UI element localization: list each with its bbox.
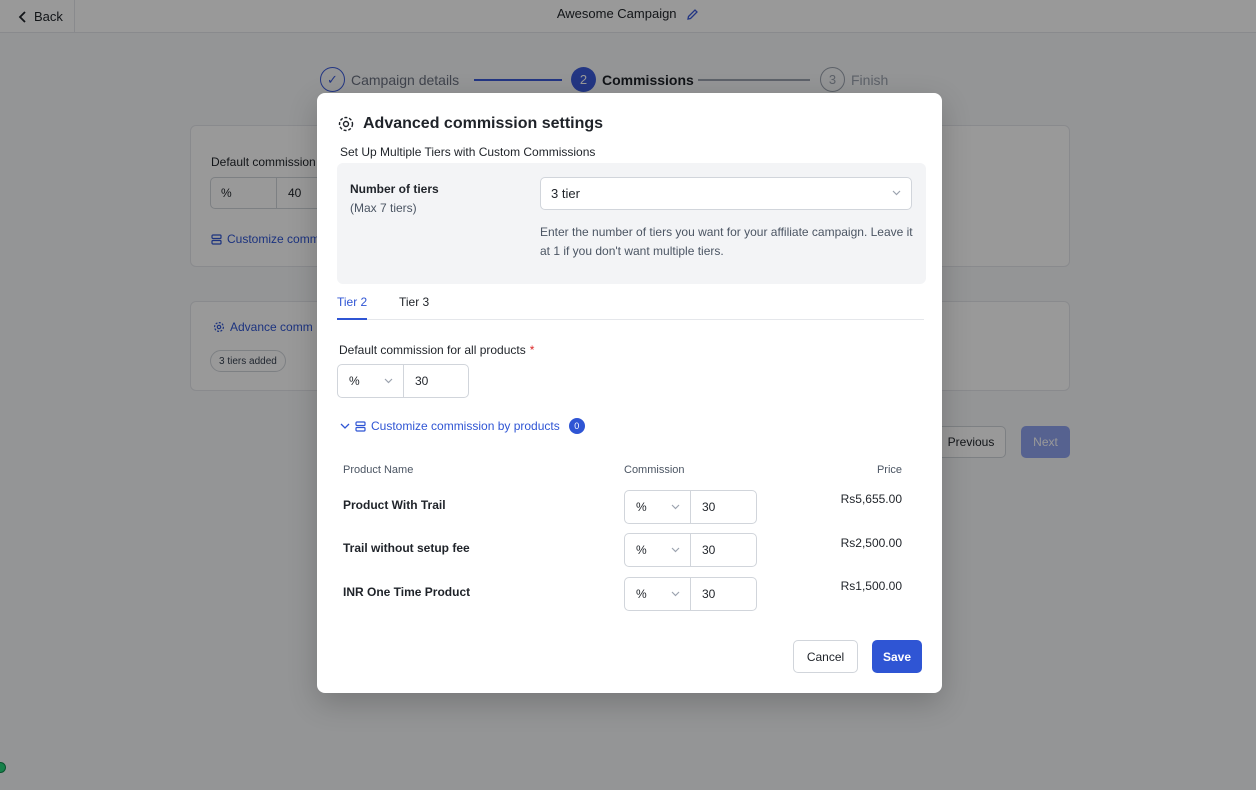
product-commission-combo: % 30 (624, 533, 757, 567)
column-header-commission: Commission (624, 464, 685, 476)
default-commission-label: Default commission for all products * (339, 343, 534, 357)
save-button[interactable]: Save (872, 640, 922, 673)
sliders-icon (355, 420, 366, 432)
unit-value: % (636, 543, 647, 557)
unit-select[interactable]: % (625, 491, 691, 523)
column-header-product-name: Product Name (343, 464, 414, 476)
tiers-select[interactable]: 3 tier (540, 177, 912, 210)
unit-select[interactable]: % (625, 578, 691, 610)
tab-tier-2[interactable]: Tier 2 (337, 295, 368, 320)
gear-icon (338, 116, 354, 132)
unit-value: % (636, 500, 647, 514)
unit-select[interactable]: % (338, 365, 404, 397)
cancel-button[interactable]: Cancel (793, 640, 858, 673)
modal-title-text: Advanced commission settings (363, 115, 604, 132)
product-name: Product With Trail (343, 498, 446, 512)
chevron-down-icon (671, 504, 680, 510)
default-commission-input[interactable]: 30 (404, 365, 468, 397)
product-commission-combo: % 30 (624, 577, 757, 611)
required-marker: * (529, 343, 535, 357)
unit-select[interactable]: % (625, 534, 691, 566)
product-price: Rs1,500.00 (840, 579, 902, 593)
chevron-down-icon (671, 547, 680, 553)
column-header-price: Price (876, 464, 902, 476)
unit-value: % (349, 374, 360, 388)
chevron-down-icon (892, 190, 901, 196)
product-name: INR One Time Product (343, 585, 471, 599)
product-name: Trail without setup fee (343, 541, 470, 555)
customize-commission-toggle[interactable]: Customize commission by products 0 (340, 418, 585, 434)
commission-input[interactable]: 30 (691, 578, 756, 610)
tiers-select-value: 3 tier (551, 186, 580, 201)
product-count-badge: 0 (568, 418, 585, 434)
default-commission-combo: % 30 (337, 364, 469, 398)
modal-title: Advanced commission settings (337, 115, 603, 133)
tab-tier-3[interactable]: Tier 3 (399, 295, 429, 320)
tiers-help-text: Enter the number of tiers you want for y… (540, 225, 913, 258)
commission-input[interactable]: 30 (691, 491, 756, 523)
modal-subtitle: Set Up Multiple Tiers with Custom Commis… (340, 145, 596, 159)
tiers-panel: Number of tiers (Max 7 tiers) 3 tier Ent… (337, 163, 926, 284)
product-price: Rs2,500.00 (840, 536, 902, 550)
commission-input[interactable]: 30 (691, 534, 756, 566)
customize-label: Customize commission by products (371, 419, 560, 433)
tiers-max-hint: (Max 7 tiers) (350, 201, 417, 215)
chevron-down-icon (671, 591, 680, 597)
advanced-commission-modal: Advanced commission settings Set Up Mult… (317, 93, 942, 693)
default-commission-label-text: Default commission for all products (339, 343, 526, 357)
tier-tabs: Tier 2 Tier 3 (337, 290, 924, 320)
chevron-down-icon (384, 378, 393, 384)
product-price: Rs5,655.00 (840, 492, 902, 506)
product-commission-combo: % 30 (624, 490, 757, 524)
unit-value: % (636, 587, 647, 601)
chevron-down-icon (340, 423, 350, 429)
tiers-label: Number of tiers (350, 182, 439, 196)
